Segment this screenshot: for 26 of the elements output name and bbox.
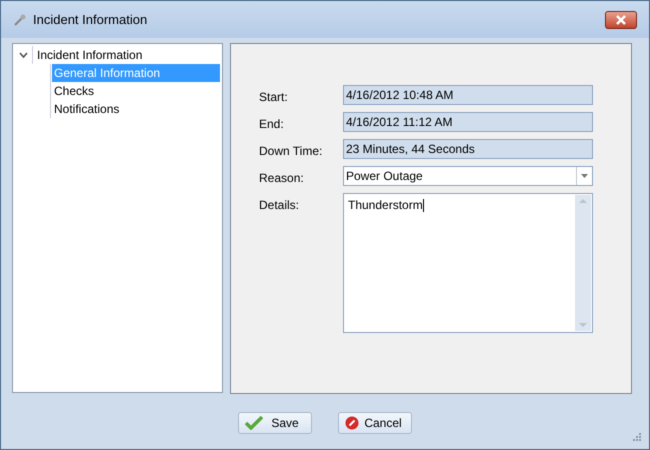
field-label: End:	[259, 116, 285, 133]
scroll-up-icon[interactable]	[579, 199, 587, 203]
readonly-field[interactable]: 23 Minutes, 44 Seconds	[343, 139, 593, 159]
close-button[interactable]	[605, 10, 637, 28]
field-label: Reason:	[259, 170, 305, 187]
dropdown-arrow-icon[interactable]	[581, 174, 588, 178]
cancel-button[interactable]: Cancel	[338, 412, 412, 434]
tree-item[interactable]: Checks	[52, 82, 220, 100]
scroll-down-icon[interactable]	[579, 323, 587, 327]
tree-item[interactable]: Notifications	[52, 100, 220, 118]
close-icon	[615, 14, 627, 24]
chevron-icon[interactable]	[19, 50, 28, 60]
save-button[interactable]: Save	[238, 412, 312, 434]
wrench-icon	[13, 12, 27, 26]
resize-grip-icon[interactable]	[633, 433, 641, 441]
field-label: Start:	[259, 89, 289, 106]
readonly-field[interactable]: 4/16/2012 10:48 AM	[343, 85, 593, 105]
scroll-bar[interactable]	[575, 195, 591, 331]
dropdown-field[interactable]: Power Outage	[343, 166, 593, 186]
field-label: Details:	[259, 197, 300, 214]
field-label: Down Time:	[259, 143, 324, 160]
readonly-field[interactable]: 4/16/2012 11:12 AM	[343, 112, 593, 132]
checkmark-icon	[245, 416, 263, 430]
window-title: Incident Information	[33, 10, 148, 29]
no-entry-icon	[345, 416, 359, 430]
details-text-area[interactable]: Thunderstorm	[343, 193, 593, 333]
